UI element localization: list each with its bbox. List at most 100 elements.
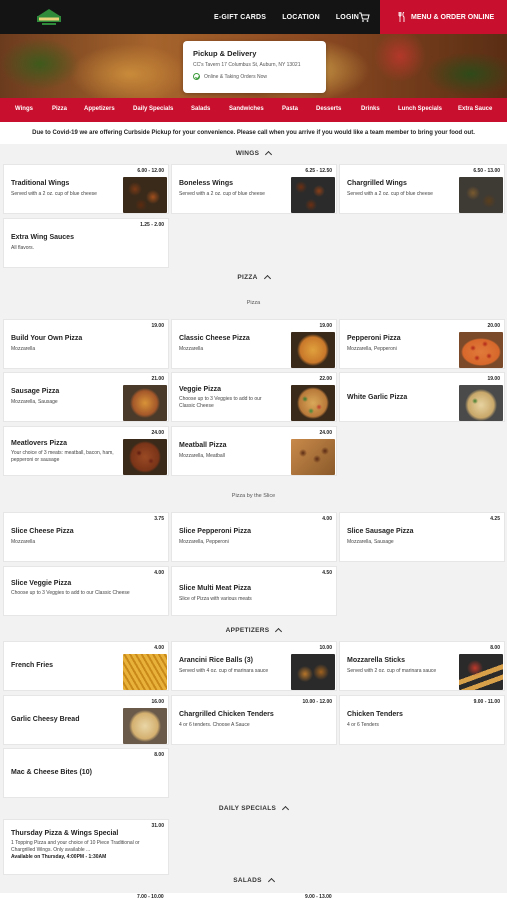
item-price: 6.50 - 13.00 <box>473 168 500 174</box>
menu-item-french-fries[interactable]: 4.00 French Fries <box>3 641 169 691</box>
restaurant-logo[interactable] <box>34 7 64 27</box>
menu-item-mozzarella-sticks[interactable]: 8.00 Mozzarella Sticks Served with 2 oz.… <box>339 641 505 691</box>
menu-item-extra-wing-sauces[interactable]: 1.25 - 2.00 Extra Wing Sauces All flavor… <box>3 218 169 268</box>
cat-extra-sauce[interactable]: Extra Sauce <box>458 106 492 112</box>
item-desc-text: 1 Topping Pizza and your choice of 10 Pi… <box>11 840 140 853</box>
order-button-label: MENU & ORDER ONLINE <box>411 13 495 21</box>
section-appetizers-header[interactable]: APPETIZERS <box>0 623 507 637</box>
menu-item-chargrilled-wings[interactable]: 6.50 - 13.00 Chargrilled Wings Served wi… <box>339 164 505 214</box>
menu-item-mac-cheese-bites[interactable]: 8.00 Mac & Cheese Bites (10) <box>3 748 169 798</box>
item-price: 4.25 <box>490 516 500 522</box>
menu-item-pepperoni-pizza[interactable]: 20.00 Pepperoni Pizza Mozzarella, Pepper… <box>339 319 505 369</box>
item-price: 19.00 <box>487 376 500 382</box>
item-price: 4.50 <box>322 570 332 576</box>
section-title: APPETIZERS <box>225 626 270 634</box>
menu-item-garlic-cheesy-bread[interactable]: 16.00 Garlic Cheesy Bread <box>3 695 169 745</box>
menu-item-slice-pepperoni-pizza[interactable]: 4.00 Slice Pepperoni Pizza Mozzarella, P… <box>171 512 337 562</box>
cat-desserts[interactable]: Desserts <box>316 106 341 112</box>
cart-icon[interactable] <box>358 11 370 23</box>
item-price: 9.00 - 11.00 <box>473 699 500 705</box>
item-photo <box>123 654 167 690</box>
item-name: Pepperoni Pizza <box>347 335 401 342</box>
menu-item-build-your-own-pizza[interactable]: 19.00 Build Your Own Pizza Mozzarella <box>3 319 169 369</box>
item-desc: All flavors. <box>11 245 35 251</box>
item-price: 4.00 <box>154 570 164 576</box>
item-name: Arancini Rice Balls (3) <box>179 657 253 664</box>
menu-item-traditional-wings[interactable]: 6.00 - 12.00 Traditional Wings Served wi… <box>3 164 169 214</box>
section-salads-header[interactable]: SALADS <box>0 873 507 887</box>
menu-order-online-button[interactable]: MENU & ORDER ONLINE <box>380 0 507 34</box>
menu-item-sausage-pizza[interactable]: 21.00 Sausage Pizza Mozzarella, Sausage <box>3 372 169 422</box>
item-name: Boneless Wings <box>179 180 234 187</box>
item-desc: Mozzarella, Pepperoni <box>347 346 397 352</box>
section-title: PIZZA <box>237 273 258 281</box>
check-circle-icon <box>193 73 200 80</box>
cat-salads[interactable]: Salads <box>191 106 210 112</box>
section-wings-header[interactable]: WINGS <box>0 146 507 160</box>
item-name: Meatball Pizza <box>179 442 227 449</box>
item-name: Mac & Cheese Bites (10) <box>11 769 92 776</box>
section-daily-specials-header[interactable]: DAILY SPECIALS <box>0 801 507 815</box>
item-desc: 4 or 6 Tenders <box>347 722 379 728</box>
pickup-delivery-card[interactable]: Pickup & Delivery CC's Tavern 17 Columbu… <box>183 41 326 93</box>
menu-item-boneless-wings[interactable]: 6.25 - 12.50 Boneless Wings Served with … <box>171 164 337 214</box>
item-desc: Mozzarella, Sausage <box>347 539 394 545</box>
menu-item-veggie-pizza[interactable]: 22.00 Veggie Pizza Choose up to 3 Veggie… <box>171 372 337 422</box>
menu-item-chargrilled-chicken-tenders[interactable]: 10.00 - 12.00 Chargrilled Chicken Tender… <box>171 695 337 745</box>
item-price: 4.00 <box>322 516 332 522</box>
item-price: 8.00 <box>490 645 500 651</box>
item-desc: Served with 2 oz. cup of marinara sauce <box>347 668 437 674</box>
menu-item-meatlovers-pizza[interactable]: 24.00 Meatlovers Pizza Your choice of 3 … <box>3 426 169 476</box>
item-price: 4.00 <box>154 645 164 651</box>
menu-item-meatball-pizza[interactable]: 24.00 Meatball Pizza Mozzarella, Meatbal… <box>171 426 337 476</box>
egift-cards-link[interactable]: E-GIFT CARDS <box>214 14 266 21</box>
menu-item-classic-cheese-pizza[interactable]: 19.00 Classic Cheese Pizza Mozzarella <box>171 319 337 369</box>
utensils-icon <box>398 12 405 22</box>
cat-pasta[interactable]: Pasta <box>282 106 298 112</box>
item-desc: Mozzarella <box>11 539 36 545</box>
item-price: 8.00 <box>154 752 164 758</box>
menu-item-slice-veggie-pizza[interactable]: 4.00 Slice Veggie Pizza Choose up to 3 V… <box>3 566 169 616</box>
item-photo <box>123 177 167 213</box>
item-price: 3.75 <box>154 516 164 522</box>
item-desc: Served with a 2 oz. cup of blue cheese <box>11 191 97 197</box>
menu-item-slice-sausage-pizza[interactable]: 4.25 Slice Sausage Pizza Mozzarella, Sau… <box>339 512 505 562</box>
item-desc: Your choice of 3 meats: meatball, bacon,… <box>11 450 114 463</box>
chevron-up-icon <box>282 805 290 814</box>
location-link[interactable]: LOCATION <box>282 14 320 21</box>
menu-item-arancini-rice-balls[interactable]: 10.00 Arancini Rice Balls (3) Served wit… <box>171 641 337 691</box>
pickup-title: Pickup & Delivery <box>193 49 257 58</box>
cat-lunch-specials[interactable]: Lunch Specials <box>398 106 442 112</box>
item-name: Meatlovers Pizza <box>11 440 68 447</box>
login-link[interactable]: LOGIN <box>336 14 359 21</box>
cat-sandwiches[interactable]: Sandwiches <box>229 106 264 112</box>
menu-item-chicken-tenders[interactable]: 9.00 - 11.00 Chicken Tenders 4 or 6 Tend… <box>339 695 505 745</box>
item-photo <box>459 177 503 213</box>
cat-appetizers[interactable]: Appetizers <box>84 106 115 112</box>
cat-pizza[interactable]: Pizza <box>52 106 67 112</box>
category-nav: Wings Pizza Appetizers Daily Specials Sa… <box>0 98 507 122</box>
item-price: 19.00 <box>319 323 332 329</box>
cat-drinks[interactable]: Drinks <box>361 106 380 112</box>
menu-item-slice-multi-meat-pizza[interactable]: 4.50 Slice Multi Meat Pizza Slice of Piz… <box>171 566 337 616</box>
item-photo <box>123 708 167 744</box>
item-photo <box>459 332 503 368</box>
subsection-pizza: Pizza <box>246 300 261 306</box>
item-photo <box>123 439 167 475</box>
item-name: Sausage Pizza <box>11 388 60 395</box>
cat-daily-specials[interactable]: Daily Specials <box>133 106 173 112</box>
menu-item-white-garlic-pizza[interactable]: 19.00 White Garlic Pizza <box>339 372 505 422</box>
top-links: E-GIFT CARDS LOCATION LOGIN <box>214 0 375 34</box>
item-price: 7.00 - 10.00 <box>137 894 164 900</box>
item-name: Chicken Tenders <box>347 711 403 718</box>
menu-item-thursday-pizza-wings-special[interactable]: 31.00 Thursday Pizza & Wings Special 1 T… <box>3 819 169 875</box>
menu-item-slice-cheese-pizza[interactable]: 3.75 Slice Cheese Pizza Mozzarella <box>3 512 169 562</box>
section-pizza-header[interactable]: PIZZA <box>0 270 507 284</box>
item-desc: Choose up to 3 Veggies to add to our Cla… <box>11 590 130 596</box>
item-availability: Available on Thursday, 4:00PM - 1:30AM <box>11 854 107 860</box>
section-title: WINGS <box>235 149 260 157</box>
item-desc: Mozzarella <box>179 346 204 352</box>
cat-wings[interactable]: Wings <box>15 106 33 112</box>
item-desc: Choose up to 3 Veggies to add to our Cla… <box>179 396 262 409</box>
item-price: 16.00 <box>151 699 164 705</box>
